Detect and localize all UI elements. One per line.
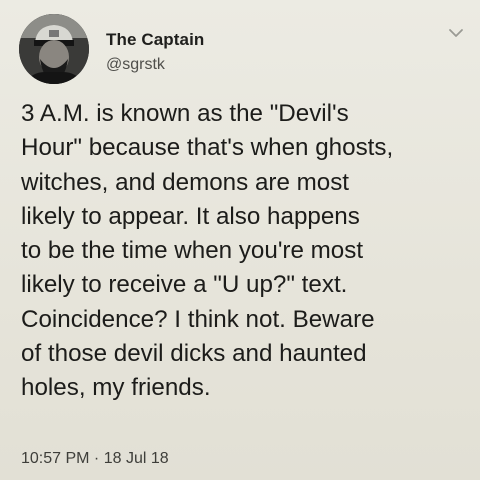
author-name[interactable]: The Captain xyxy=(106,30,204,50)
avatar[interactable] xyxy=(19,14,89,84)
author-handle[interactable]: @sgrstk xyxy=(106,56,165,74)
avatar-image xyxy=(19,14,89,84)
tweet-card: The Captain @sgrstk 3 A.M. is known as t… xyxy=(0,0,480,480)
chevron-down-icon[interactable] xyxy=(447,24,465,42)
tweet-text: 3 A.M. is known as the "Devil's Hour" be… xyxy=(21,100,394,402)
tweet-header: The Captain @sgrstk xyxy=(19,14,469,86)
tweet-timestamp[interactable]: 10:57 PM · 18 Jul 18 xyxy=(21,450,169,468)
